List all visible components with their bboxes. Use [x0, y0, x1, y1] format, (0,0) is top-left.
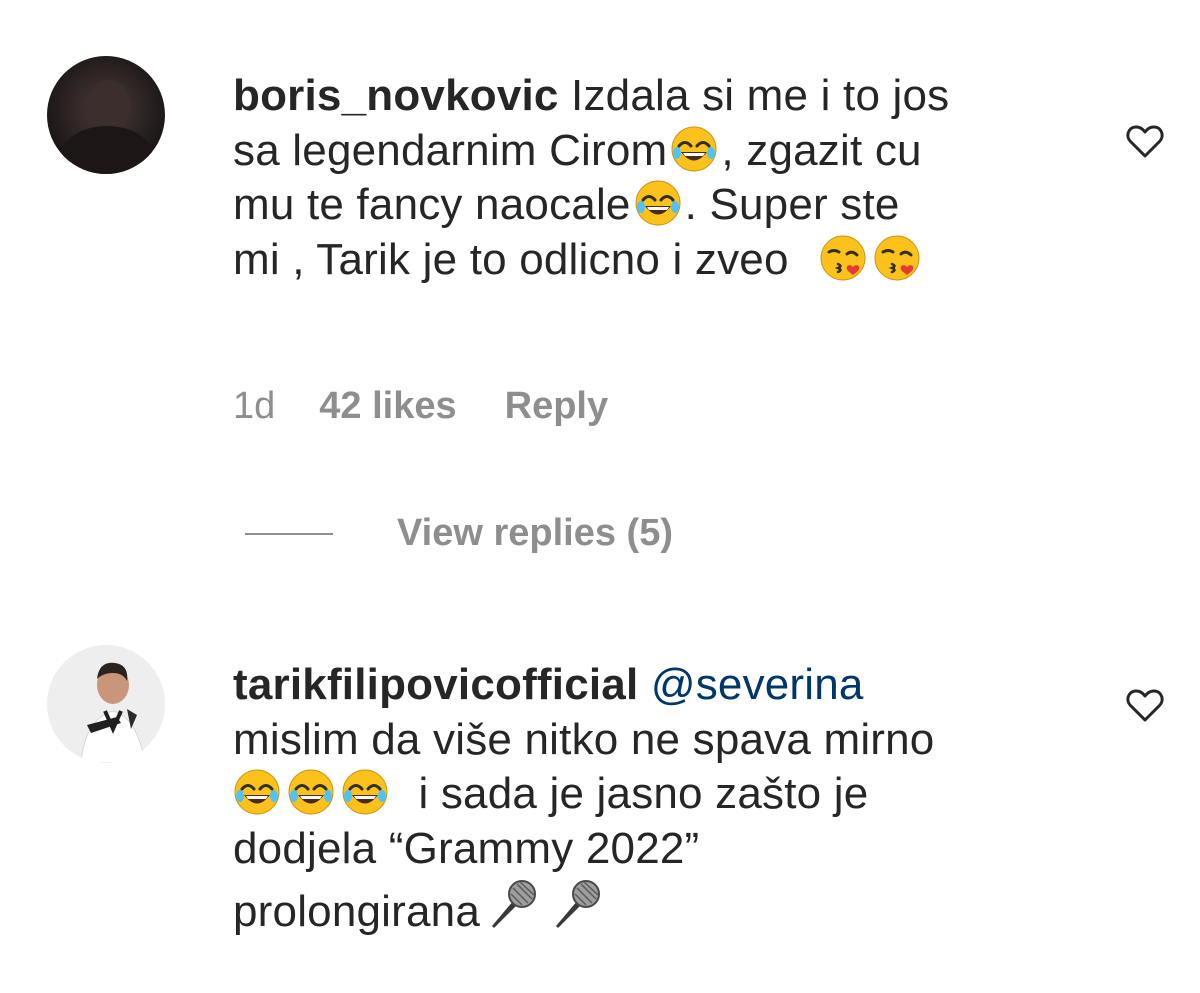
comment-text-line: , zgazit cu [721, 125, 922, 175]
heart-outline-icon[interactable] [1124, 684, 1166, 726]
comment-text-line: mu te fancy naocale [233, 180, 631, 229]
laughing-emoji-icon [287, 768, 335, 816]
laughing-emoji-icon [341, 768, 389, 816]
microphone-emoji-icon [484, 876, 540, 932]
reply-button[interactable]: Reply [505, 385, 608, 428]
laughing-emoji-icon [634, 179, 682, 227]
heart-outline-icon[interactable] [1124, 120, 1166, 162]
avatar[interactable] [47, 56, 165, 174]
comment-meta: 1d 42 likes Reply [233, 385, 608, 428]
laughing-emoji-icon [670, 125, 718, 173]
kiss-emoji-icon [819, 234, 867, 282]
likes-count-link[interactable]: 42 likes [319, 385, 456, 428]
comment-text-line: sa legendarnim Cirom [233, 125, 668, 175]
view-replies-label: View replies (5) [397, 512, 673, 554]
view-replies-button[interactable]: View replies (5) [245, 512, 673, 555]
comment-timestamp: 1d [233, 385, 276, 427]
comment-text-line: Izdala si me i to jos [571, 71, 950, 120]
mention-link[interactable]: @severina [651, 660, 864, 709]
replies-divider-line [245, 532, 333, 535]
kiss-emoji-icon [873, 234, 921, 282]
laughing-emoji-icon [233, 768, 281, 816]
avatar[interactable] [47, 645, 165, 763]
comment-username[interactable]: boris_novkovic [233, 71, 559, 120]
comment-text-line: . Super ste [684, 180, 900, 229]
comment-text-line: i sada je jasno zašto je [418, 769, 869, 818]
comment-text-line: prolongirana [233, 887, 481, 936]
comment-text-line: mi , Tarik je to odlicno i zveo [233, 234, 789, 284]
microphone-emoji-icon [548, 876, 604, 932]
comment-text: tarikfilipovicofficial @severina mislim … [233, 658, 1113, 940]
comment-text-line: mislim da više nitko ne spava mirno [233, 714, 935, 764]
comment-text-line: dodjela “Grammy 2022” [233, 823, 700, 873]
comment-text: boris_novkovic Izdala si me i to jos sa … [233, 69, 1093, 287]
comment-username[interactable]: tarikfilipovicofficial [233, 660, 638, 709]
